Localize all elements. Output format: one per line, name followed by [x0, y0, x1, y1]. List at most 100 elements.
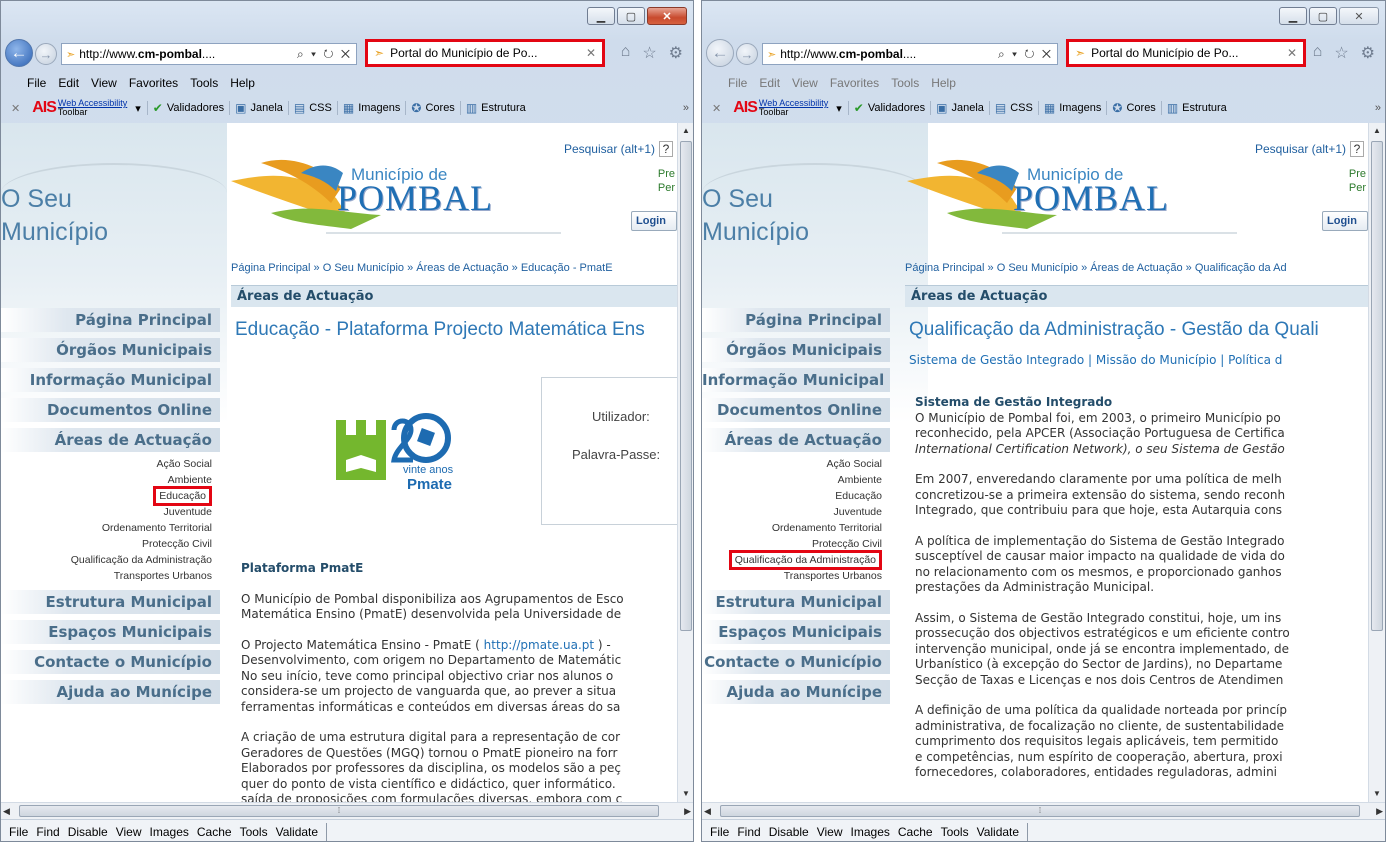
submenu-item[interactable]: Transportes Urbanos — [702, 568, 890, 584]
status-images[interactable]: Images — [851, 825, 890, 839]
scroll-up-icon[interactable]: ▲ — [678, 123, 693, 139]
menu-tools[interactable]: Tools — [190, 76, 218, 90]
status-cache[interactable]: Cache — [898, 825, 933, 839]
toolbar-more-icon[interactable]: » — [683, 102, 693, 114]
hscroll-thumb[interactable]: ⁞ — [19, 805, 659, 817]
minimize-button[interactable]: ▁ — [1279, 7, 1307, 25]
status-view[interactable]: View — [116, 825, 142, 839]
close-window-button[interactable]: ✕ — [647, 7, 687, 25]
status-tools[interactable]: Tools — [240, 825, 268, 839]
hscroll-thumb[interactable]: ⁞ — [720, 805, 1360, 817]
status-find[interactable]: Find — [36, 825, 59, 839]
scroll-right-icon[interactable]: ▶ — [1376, 803, 1383, 819]
menu-edit[interactable]: Edit — [58, 76, 79, 90]
nav-item-bottom-1[interactable]: Espaços Municipais — [702, 620, 890, 644]
toolbar-css-button[interactable]: ▤ CSS — [287, 101, 337, 115]
menu-view[interactable]: View — [91, 76, 117, 90]
toolbar-css-button[interactable]: ▤ CSS — [988, 101, 1038, 115]
vertical-scrollbar[interactable]: ▲ ▼ — [1368, 123, 1385, 802]
ais-dropdown-icon[interactable]: ▾ — [135, 102, 141, 115]
breadcrumb[interactable]: Página Principal » O Seu Município » Áre… — [231, 262, 613, 274]
scroll-left-icon[interactable]: ◀ — [3, 803, 10, 819]
user-link-1[interactable]: Pre — [1349, 167, 1366, 181]
status-validate[interactable]: Validate — [977, 825, 1019, 839]
menu-edit[interactable]: Edit — [759, 76, 780, 90]
municipio-pombal-logo[interactable]: Município de POMBAL — [907, 143, 1237, 243]
scroll-down-icon[interactable]: ▼ — [678, 786, 693, 802]
submenu-item[interactable]: Juventude — [1, 504, 220, 520]
scroll-down-icon[interactable]: ▼ — [1369, 786, 1385, 802]
toolbar-janela-button[interactable]: ▣ Janela — [229, 101, 288, 115]
home-icon[interactable]: ⌂ — [1313, 43, 1323, 63]
nav-item-2[interactable]: Informação Municipal — [1, 368, 220, 392]
scroll-left-icon[interactable]: ◀ — [704, 803, 711, 819]
nav-item-1[interactable]: Órgãos Municipais — [1, 338, 220, 362]
ais-logo[interactable]: AIS Web Accessibility Toolbar — [32, 99, 127, 117]
horizontal-scrollbar[interactable]: ◀ ⁞ ▶ — [1, 802, 693, 819]
address-bar[interactable]: ➣ http://www. cm-pombal.... ⌕ ▾ ↻ ✕ — [762, 43, 1058, 65]
search-link[interactable]: Pesquisar (alt+1)? — [564, 141, 673, 157]
toolbar-close-icon[interactable]: ✕ — [712, 102, 721, 115]
status-validate[interactable]: Validate — [276, 825, 318, 839]
status-view[interactable]: View — [817, 825, 843, 839]
nav-item-4[interactable]: Áreas de Actuação — [1, 428, 220, 452]
settings-gear-icon[interactable]: ⚙ — [669, 43, 683, 63]
menu-favorites[interactable]: Favorites — [129, 76, 178, 90]
ais-dropdown-icon[interactable]: ▾ — [836, 102, 842, 115]
address-tools-icon[interactable]: ⌕ ▾ ↻ ✕ — [297, 47, 356, 62]
toolbar-estrutura-button[interactable]: ▥ Estrutura — [1160, 101, 1232, 115]
toolbar-imagens-button[interactable]: ▦ Imagens — [336, 101, 406, 115]
submenu-item[interactable]: Ambiente — [702, 472, 890, 488]
login-button[interactable]: Login — [1322, 211, 1368, 231]
back-button[interactable]: ← — [5, 39, 33, 67]
user-link-2[interactable]: Per — [658, 181, 675, 195]
menu-help[interactable]: Help — [230, 76, 255, 90]
status-file[interactable]: File — [710, 825, 729, 839]
status-disable[interactable]: Disable — [68, 825, 108, 839]
forward-button[interactable]: → — [736, 43, 758, 65]
nav-item-bottom-0[interactable]: Estrutura Municipal — [1, 590, 220, 614]
favorites-star-icon[interactable]: ☆ — [642, 43, 656, 63]
toolbar-janela-button[interactable]: ▣ Janela — [930, 101, 989, 115]
nav-item-0[interactable]: Página Principal — [702, 308, 890, 332]
address-bar[interactable]: ➣ http://www. cm-pombal.... ⌕ ▾ ↻ ✕ — [61, 43, 357, 65]
menu-view[interactable]: View — [792, 76, 818, 90]
ais-logo[interactable]: AIS Web Accessibility Toolbar — [733, 99, 828, 117]
submenu-item[interactable]: Ordenamento Territorial — [702, 520, 890, 536]
address-tools-icon[interactable]: ⌕ ▾ ↻ ✕ — [998, 47, 1057, 62]
menu-file[interactable]: File — [728, 76, 747, 90]
submenu-item[interactable]: Ação Social — [702, 456, 890, 472]
horizontal-scrollbar[interactable]: ◀ ⁞ ▶ — [702, 802, 1385, 819]
menu-tools[interactable]: Tools — [891, 76, 919, 90]
nav-item-bottom-3[interactable]: Ajuda ao Munícipe — [1, 680, 220, 704]
vertical-scrollbar[interactable]: ▲ ▼ — [677, 123, 693, 802]
status-images[interactable]: Images — [150, 825, 189, 839]
submenu-item[interactable]: Juventude — [702, 504, 890, 520]
toolbar-validadores-button[interactable]: ✔ Validadores — [847, 101, 930, 115]
toolbar-cores-button[interactable]: ✪ Cores — [405, 101, 459, 115]
maximize-button[interactable]: ▢ — [1309, 7, 1337, 25]
submenu-item[interactable]: Protecção Civil — [1, 536, 220, 552]
submenu-item[interactable]: Educação — [702, 488, 890, 504]
tab-close-icon[interactable]: ✕ — [586, 46, 596, 60]
settings-gear-icon[interactable]: ⚙ — [1361, 43, 1375, 63]
status-tools[interactable]: Tools — [941, 825, 969, 839]
scroll-thumb[interactable] — [680, 141, 692, 631]
menu-help[interactable]: Help — [931, 76, 956, 90]
user-link-2[interactable]: Per — [1349, 181, 1366, 195]
maximize-button[interactable]: ▢ — [617, 7, 645, 25]
user-link-1[interactable]: Pre — [658, 167, 675, 181]
active-tab[interactable]: ➣ Portal do Município de Po... ✕ — [365, 39, 605, 67]
menu-file[interactable]: File — [27, 76, 46, 90]
status-disable[interactable]: Disable — [769, 825, 809, 839]
toolbar-validadores-button[interactable]: ✔ Validadores — [146, 101, 229, 115]
nav-item-4[interactable]: Áreas de Actuação — [702, 428, 890, 452]
toolbar-more-icon[interactable]: » — [1375, 102, 1385, 114]
menu-favorites[interactable]: Favorites — [830, 76, 879, 90]
status-find[interactable]: Find — [737, 825, 760, 839]
minimize-button[interactable]: ▁ — [587, 7, 615, 25]
search-link[interactable]: Pesquisar (alt+1)? — [1255, 141, 1364, 157]
scroll-thumb[interactable] — [1371, 141, 1383, 631]
nav-item-3[interactable]: Documentos Online — [1, 398, 220, 422]
status-file[interactable]: File — [9, 825, 28, 839]
